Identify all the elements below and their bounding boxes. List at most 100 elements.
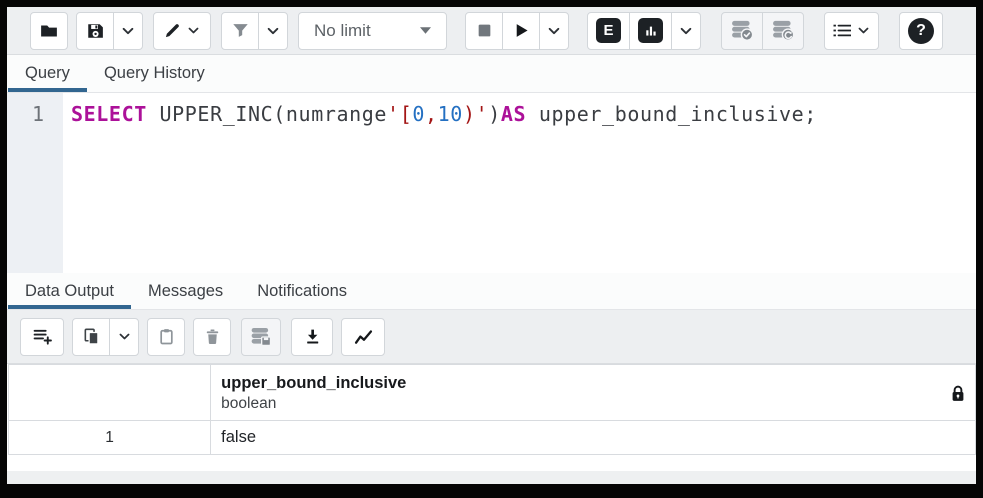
tab-messages[interactable]: Messages: [131, 273, 240, 309]
add-row-group: [20, 318, 64, 356]
delete-button[interactable]: [193, 318, 231, 356]
grid-header-row: upper_bound_inclusive boolean: [9, 365, 976, 421]
save-button[interactable]: [76, 12, 114, 50]
grid-data-row: 1 false: [9, 421, 976, 455]
edit-dropdown-chevron-icon: [187, 24, 200, 37]
download-icon: [304, 328, 321, 345]
execute-group: [465, 12, 569, 50]
explain-group: E: [587, 12, 701, 50]
lock-icon: [949, 384, 967, 403]
download-group: [291, 318, 333, 356]
save-icon: [86, 22, 104, 40]
delete-group: [193, 318, 231, 356]
filter-icon: [232, 22, 249, 39]
tab-data-output[interactable]: Data Output: [8, 273, 131, 309]
row-limit-caret-icon: [420, 27, 431, 34]
data-output-toolbar: [7, 310, 976, 364]
commit-button[interactable]: [721, 12, 763, 50]
save-data-group: [241, 318, 281, 356]
paste-button[interactable]: [147, 318, 185, 356]
tab-query-history[interactable]: Query History: [87, 55, 222, 92]
download-button[interactable]: [291, 318, 333, 356]
query-tabbar: Query Query History: [7, 55, 976, 93]
row-limit-select[interactable]: No limit: [298, 12, 447, 50]
copy-dropdown-chevron-icon: [118, 330, 131, 343]
stop-button[interactable]: [465, 12, 503, 50]
help-group: ?: [899, 12, 943, 50]
column-name: upper_bound_inclusive: [221, 373, 406, 394]
stop-icon: [476, 22, 493, 39]
row-number-header-cell[interactable]: [9, 365, 211, 421]
explain-dropdown-chevron-icon: [679, 24, 693, 38]
help-button[interactable]: ?: [899, 12, 943, 50]
paste-icon: [158, 328, 175, 345]
save-dropdown-button[interactable]: [113, 12, 143, 50]
graph-visualiser-button[interactable]: [341, 318, 385, 356]
explain-button[interactable]: E: [587, 12, 630, 50]
execute-dropdown-button[interactable]: [539, 12, 569, 50]
tab-query[interactable]: Query: [8, 55, 87, 92]
explain-analyze-icon: [638, 18, 663, 43]
copy-button[interactable]: [72, 318, 110, 356]
copy-group: [72, 318, 139, 356]
filter-group: [221, 12, 288, 50]
open-file-group: [30, 12, 68, 50]
open-file-button[interactable]: [30, 12, 68, 50]
edit-button[interactable]: [153, 12, 211, 50]
rollback-icon: [771, 20, 795, 41]
macro-group: [824, 12, 879, 50]
add-row-icon: [33, 328, 52, 345]
results-empty-area: [7, 455, 976, 471]
line-number: 1: [7, 101, 44, 128]
macro-button[interactable]: [824, 12, 879, 50]
execute-icon: [513, 22, 530, 39]
help-icon: ?: [908, 18, 934, 44]
tab-data-output-label: Data Output: [25, 282, 114, 301]
output-tabbar: Data Output Messages Notifications: [7, 273, 976, 310]
transaction-group: [721, 12, 804, 50]
save-data-changes-icon: [250, 327, 272, 347]
sql-editor[interactable]: 1 SELECT UPPER_INC(numrange'[0,10)')AS u…: [7, 93, 976, 273]
copy-dropdown-button[interactable]: [109, 318, 139, 356]
filter-button[interactable]: [221, 12, 259, 50]
macro-dropdown-chevron-icon: [857, 24, 870, 37]
macro-list-icon: [833, 23, 851, 38]
paste-group: [147, 318, 185, 356]
horizontal-scrollbar-track[interactable]: [7, 471, 976, 484]
main-toolbar: No limit E: [7, 7, 976, 55]
save-data-changes-button[interactable]: [241, 318, 281, 356]
graph-group: [341, 318, 385, 356]
explain-icon: E: [596, 18, 621, 43]
tab-notifications-label: Notifications: [257, 282, 347, 301]
open-file-icon: [40, 22, 58, 40]
tab-query-label: Query: [25, 64, 70, 83]
query-tool-window: No limit E: [7, 7, 976, 484]
filter-dropdown-button[interactable]: [258, 12, 288, 50]
explain-analyze-button[interactable]: [629, 12, 672, 50]
tab-notifications[interactable]: Notifications: [240, 273, 364, 309]
value-cell[interactable]: false: [211, 421, 976, 455]
row-limit-value: No limit: [314, 21, 371, 41]
save-group: [76, 12, 143, 50]
column-header-cell[interactable]: upper_bound_inclusive boolean: [211, 365, 976, 421]
explain-dropdown-button[interactable]: [671, 12, 701, 50]
result-grid: upper_bound_inclusive boolean 1 false: [8, 364, 976, 455]
edit-icon: [164, 22, 181, 39]
execute-dropdown-chevron-icon: [547, 24, 561, 38]
editor-gutter: 1: [7, 93, 63, 273]
tab-query-history-label: Query History: [104, 64, 205, 83]
delete-icon: [204, 328, 221, 345]
edit-group: [153, 12, 211, 50]
copy-icon: [83, 328, 100, 345]
add-row-button[interactable]: [20, 318, 64, 356]
row-number-cell[interactable]: 1: [9, 421, 211, 455]
column-type: boolean: [221, 394, 406, 414]
sql-code-line[interactable]: SELECT UPPER_INC(numrange'[0,10)')AS upp…: [63, 93, 976, 273]
commit-icon: [730, 20, 754, 41]
graph-visualiser-icon: [354, 329, 373, 345]
filter-dropdown-chevron-icon: [266, 24, 280, 38]
save-dropdown-chevron-icon: [121, 24, 135, 38]
execute-button[interactable]: [502, 12, 540, 50]
data-output-panel: upper_bound_inclusive boolean 1 false: [7, 364, 976, 484]
rollback-button[interactable]: [762, 12, 804, 50]
